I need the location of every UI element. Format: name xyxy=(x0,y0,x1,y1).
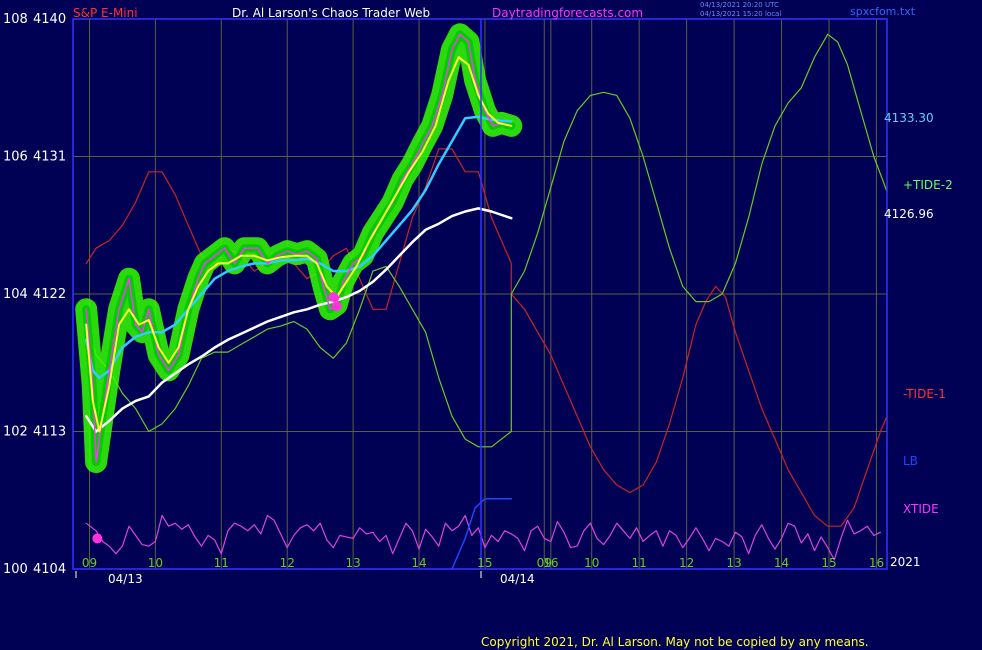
y-tick-index-4: 100 xyxy=(3,562,28,577)
right-label-lb: LB xyxy=(903,454,918,468)
x-date-1: 04/14 xyxy=(500,572,535,586)
instrument-label: S&P E-Mini xyxy=(73,6,138,20)
y-tick-index-2: 104 xyxy=(3,287,28,302)
x-tick-8: 09 xyxy=(537,556,552,570)
y-tick-price-2: 4122 xyxy=(33,287,66,302)
signal-dot-1 xyxy=(328,292,339,303)
right-label-white: 4126.96 xyxy=(884,207,934,221)
signal-dot-2 xyxy=(331,301,342,312)
y-tick-index-0: 108 xyxy=(3,12,28,27)
signal-dot-0 xyxy=(92,533,103,544)
right-label-xtide: XTIDE xyxy=(903,502,939,516)
x-tick-9: 10 xyxy=(584,556,599,570)
x-tick-5: 14 xyxy=(411,556,426,570)
file-name: spxcfom.txt xyxy=(850,5,916,18)
x-tick-2: 11 xyxy=(214,556,229,570)
x-tick-1: 10 xyxy=(148,556,163,570)
x-tick-4: 13 xyxy=(345,556,360,570)
x-tick-15: 16 xyxy=(869,556,884,570)
copyright: Copyright 2021, Dr. Al Larson. May not b… xyxy=(481,635,869,649)
x-tick-6: 15 xyxy=(477,556,492,570)
timestamp-utc: 04/13/2021 20:20 UTC xyxy=(700,1,779,9)
timestamp-local: 04/13/2021 15:20 local xyxy=(700,10,781,18)
y-tick-price-3: 4113 xyxy=(33,425,66,440)
right-label-green: +TIDE-2 xyxy=(903,178,953,192)
right-label-cyan: 4133.30 xyxy=(884,111,934,125)
x-tick-11: 12 xyxy=(679,556,694,570)
y-tick-price-4: 4104 xyxy=(33,562,66,577)
x-tick-14: 15 xyxy=(821,556,836,570)
y-tick-index-1: 106 xyxy=(3,150,28,165)
x-date-0: 04/13 xyxy=(108,572,143,586)
year-label: 2021 xyxy=(890,555,921,569)
site-link[interactable]: Daytradingforecasts.com xyxy=(492,6,643,20)
chart-title: Dr. Al Larson's Chaos Trader Web xyxy=(232,6,430,20)
chart-canvas: 108 4140 106 4131 104 4122 102 4113 100 4104 09 10… xyxy=(0,0,982,650)
y-tick-price-0: 4140 xyxy=(33,12,66,27)
right-label-red: -TIDE-1 xyxy=(903,387,946,401)
x-tick-0: 09 xyxy=(82,556,97,570)
x-tick-3: 12 xyxy=(280,556,295,570)
x-tick-12: 13 xyxy=(726,556,741,570)
y-tick-index-3: 102 xyxy=(3,425,28,440)
x-tick-13: 14 xyxy=(774,556,789,570)
x-tick-10: 11 xyxy=(632,556,647,570)
y-tick-price-1: 4131 xyxy=(33,150,66,165)
